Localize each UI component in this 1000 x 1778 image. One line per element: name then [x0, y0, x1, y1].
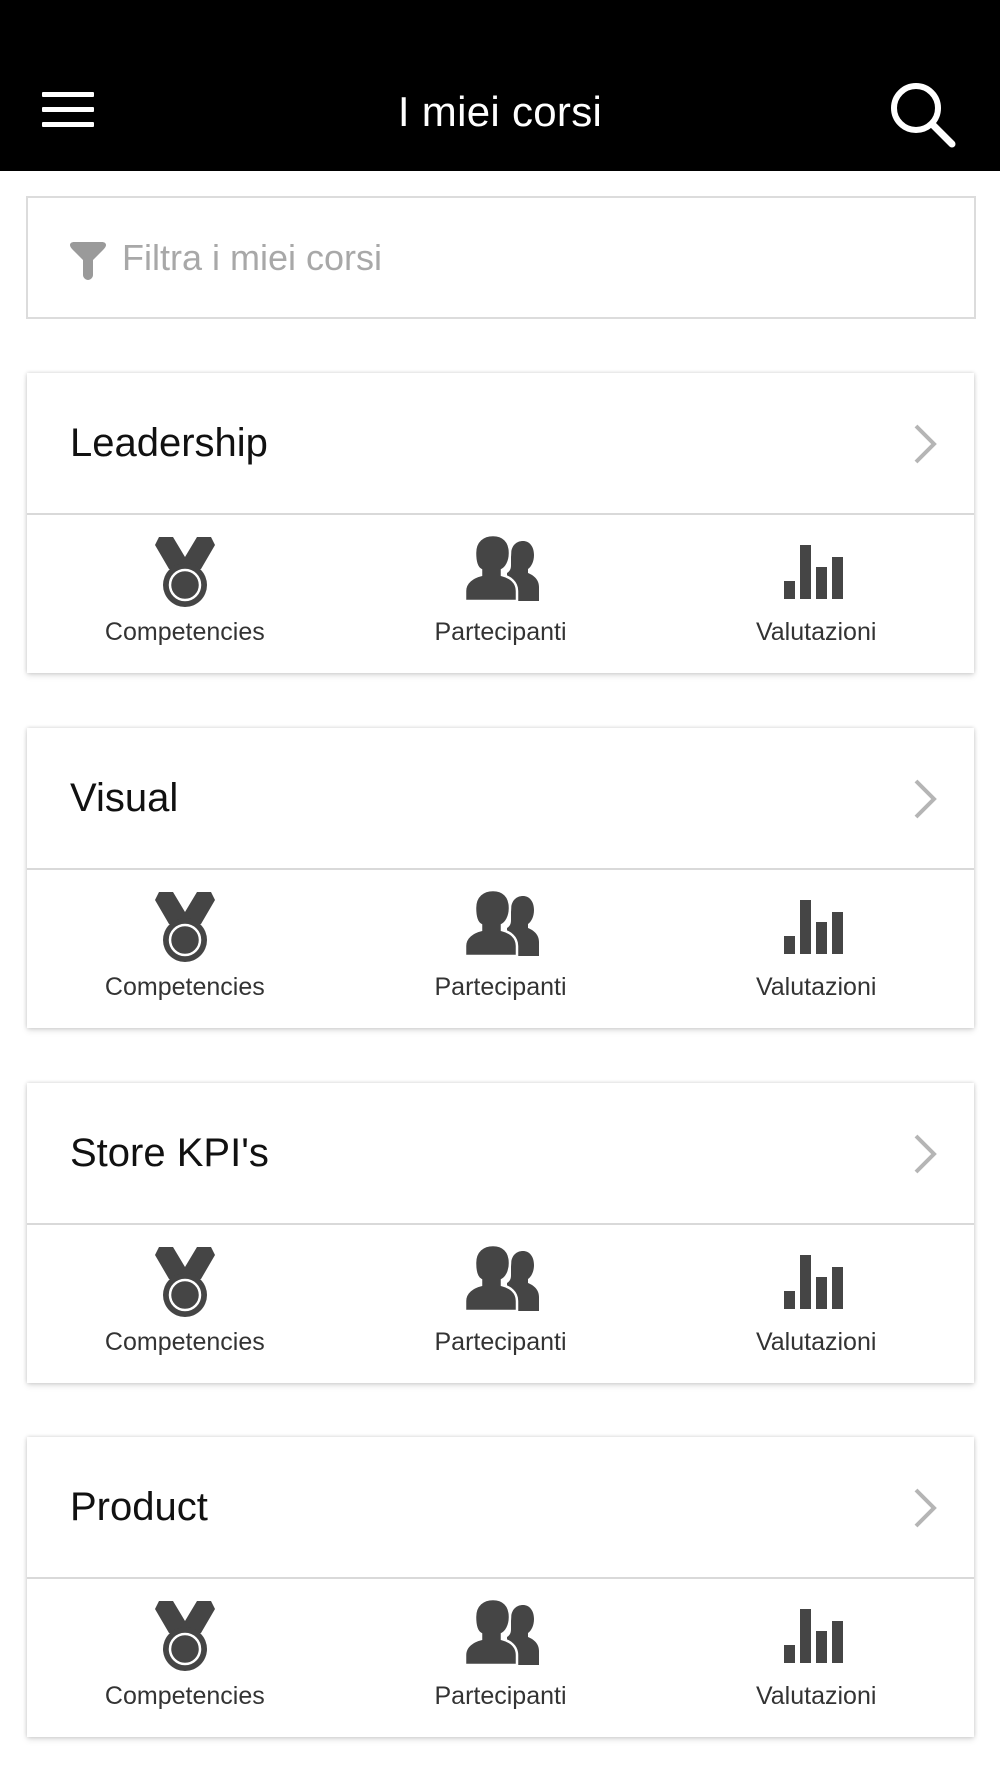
competencies-button[interactable]: Competencies	[27, 515, 343, 673]
valutazioni-label: Valutazioni	[755, 618, 877, 646]
partecipanti-button[interactable]: Partecipanti	[343, 1579, 659, 1737]
valutazioni-button[interactable]: Valutazioni	[658, 515, 974, 673]
bar-chart-icon	[784, 1609, 844, 1663]
partecipanti-button[interactable]: Partecipanti	[343, 515, 659, 673]
chevron-right-icon	[914, 424, 937, 464]
competencies-label: Competencies	[104, 618, 265, 646]
partecipanti-button[interactable]: Partecipanti	[343, 870, 659, 1028]
course-title: Visual	[70, 776, 179, 820]
partecipanti-button[interactable]: Partecipanti	[343, 1225, 659, 1383]
menu-line	[42, 92, 94, 97]
medal-icon	[154, 537, 215, 607]
course-header[interactable]: Leadership	[27, 373, 974, 515]
chevron-right-icon	[914, 1134, 937, 1174]
users-icon	[463, 533, 539, 603]
course-actions: Competencies Partecipanti Valutazioni	[27, 1225, 974, 1383]
menu-button[interactable]	[38, 88, 96, 132]
chevron-right-icon	[914, 1488, 937, 1528]
course-actions: Competencies Partecipanti Valutazioni	[27, 1579, 974, 1737]
medal-icon	[154, 1601, 215, 1671]
valutazioni-label: Valutazioni	[755, 1682, 877, 1710]
users-icon	[463, 1243, 539, 1313]
competencies-button[interactable]: Competencies	[27, 1225, 343, 1383]
medal-icon	[154, 1247, 215, 1317]
course-header[interactable]: Visual	[27, 728, 974, 870]
course-actions: Competencies Partecipanti Valutazioni	[27, 870, 974, 1028]
competencies-button[interactable]: Competencies	[27, 1579, 343, 1737]
menu-line	[42, 122, 94, 127]
valutazioni-button[interactable]: Valutazioni	[658, 1579, 974, 1737]
course-header[interactable]: Product	[27, 1437, 974, 1579]
course-title: Leadership	[70, 421, 268, 465]
valutazioni-button[interactable]: Valutazioni	[658, 1225, 974, 1383]
bar-chart-icon	[784, 900, 844, 954]
partecipanti-label: Partecipanti	[434, 973, 567, 1001]
menu-line	[42, 107, 94, 112]
course-header[interactable]: Store KPI's	[27, 1083, 974, 1225]
course-card: Leadership Competencies Partecipanti Val…	[27, 373, 974, 673]
partecipanti-label: Partecipanti	[434, 1682, 567, 1710]
medal-icon	[154, 892, 215, 962]
search-button[interactable]	[886, 78, 958, 150]
competencies-button[interactable]: Competencies	[27, 870, 343, 1028]
valutazioni-label: Valutazioni	[755, 973, 877, 1001]
course-title: Product	[70, 1485, 208, 1529]
course-title: Store KPI's	[70, 1131, 269, 1175]
funnel-icon	[70, 242, 106, 280]
users-icon	[463, 1597, 539, 1667]
top-bar: I miei corsi	[0, 0, 1000, 171]
partecipanti-label: Partecipanti	[434, 618, 567, 646]
competencies-label: Competencies	[104, 973, 265, 1001]
app-root: I miei corsi Leadership	[0, 0, 1000, 1778]
search-icon	[891, 83, 956, 148]
valutazioni-label: Valutazioni	[755, 1328, 877, 1356]
valutazioni-button[interactable]: Valutazioni	[658, 870, 974, 1028]
partecipanti-label: Partecipanti	[434, 1328, 567, 1356]
course-card: Product Competencies Partecipanti Valuta…	[27, 1437, 974, 1737]
users-icon	[463, 888, 539, 958]
page-title: I miei corsi	[397, 88, 603, 135]
course-card: Store KPI's Competencies Partecipanti Va…	[27, 1083, 974, 1383]
course-card: Visual Competencies Partecipanti Valutaz…	[27, 728, 974, 1028]
course-actions: Competencies Partecipanti Valutazioni	[27, 515, 974, 673]
bar-chart-icon	[784, 545, 844, 599]
filter-field[interactable]	[26, 196, 976, 319]
bar-chart-icon	[784, 1255, 844, 1309]
filter-input[interactable]	[122, 228, 942, 288]
competencies-label: Competencies	[104, 1682, 265, 1710]
chevron-right-icon	[914, 779, 937, 819]
competencies-label: Competencies	[104, 1328, 265, 1356]
